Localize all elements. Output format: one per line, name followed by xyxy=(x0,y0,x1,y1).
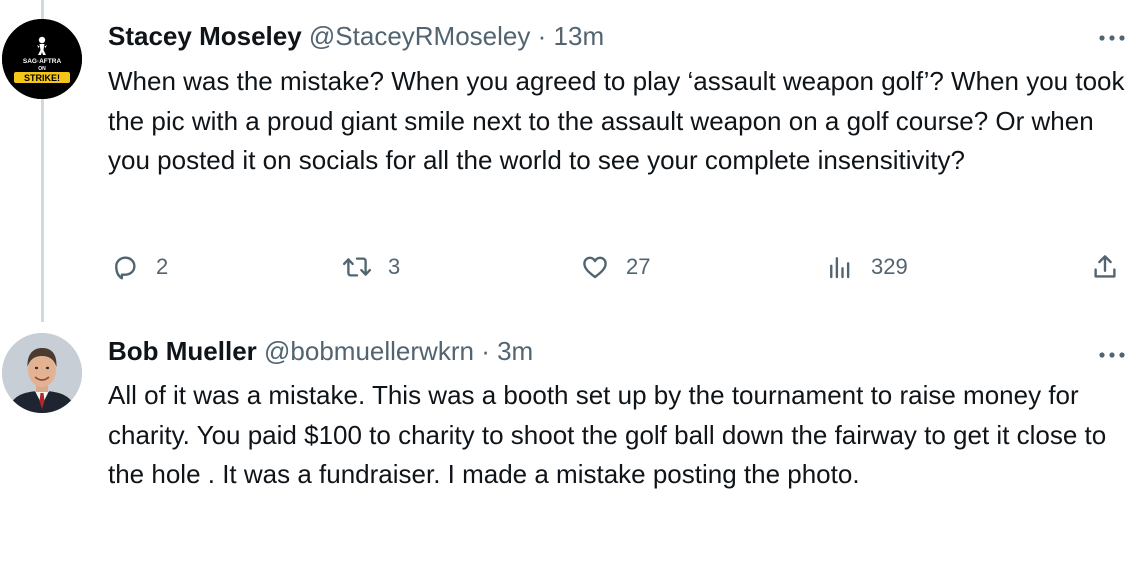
more-options-button[interactable] xyxy=(1096,28,1128,48)
share-icon xyxy=(1088,250,1122,284)
avatar[interactable]: SAG·AFTRA ON STRIKE! xyxy=(2,19,82,99)
views-button[interactable]: 329 xyxy=(823,247,908,287)
more-icon xyxy=(1099,352,1125,358)
reply-count: 2 xyxy=(156,254,169,279)
separator-dot: · xyxy=(481,336,490,366)
more-icon xyxy=(1099,35,1125,41)
more-options-button[interactable] xyxy=(1096,345,1128,365)
heart-icon xyxy=(578,250,612,284)
display-name[interactable]: Stacey Moseley xyxy=(108,21,302,51)
logo-line-2: ON xyxy=(38,66,46,72)
tweet-text: When was the mistake? When you agreed to… xyxy=(108,66,1125,175)
tweet-stacey-moseley[interactable]: SAG·AFTRA ON STRIKE! Stacey Moseley @Sta… xyxy=(0,0,1136,325)
separator-dot: · xyxy=(537,21,547,51)
like-button[interactable]: 27 xyxy=(578,247,650,287)
display-name[interactable]: Bob Mueller xyxy=(108,336,257,366)
like-count: 27 xyxy=(626,254,651,279)
tweet-text: All of it was a mistake. This was a boot… xyxy=(108,380,1107,489)
share-button[interactable] xyxy=(1088,247,1122,287)
views-count: 329 xyxy=(871,254,908,279)
sag-aftra-strike-logo-icon: SAG·AFTRA ON STRIKE! xyxy=(2,19,82,99)
retweet-button[interactable]: 3 xyxy=(340,247,400,287)
timestamp[interactable]: 3m xyxy=(497,336,533,366)
retweet-count: 3 xyxy=(388,254,401,279)
tweet-header: Stacey Moseley @StaceyRMoseley · 13m xyxy=(108,20,604,52)
tweet-bob-mueller[interactable]: Bob Mueller @bobmuellerwkrn · 3m All of … xyxy=(0,325,1136,562)
logo-line-3: STRIKE! xyxy=(24,73,60,83)
reply-button[interactable]: 2 xyxy=(108,247,168,287)
avatar[interactable] xyxy=(2,333,82,413)
user-handle[interactable]: @bobmuellerwkrn xyxy=(264,336,474,366)
person-photo-icon xyxy=(2,333,82,413)
timestamp[interactable]: 13m xyxy=(554,21,605,51)
retweet-icon xyxy=(340,250,374,284)
reply-icon xyxy=(108,250,142,284)
user-handle[interactable]: @StaceyRMoseley xyxy=(309,21,530,51)
logo-line-1: SAG·AFTRA xyxy=(23,58,62,65)
tweet-header: Bob Mueller @bobmuellerwkrn · 3m xyxy=(108,335,533,367)
views-icon xyxy=(823,250,857,284)
tweet-actions: 2 3 27 329 xyxy=(108,247,1128,287)
